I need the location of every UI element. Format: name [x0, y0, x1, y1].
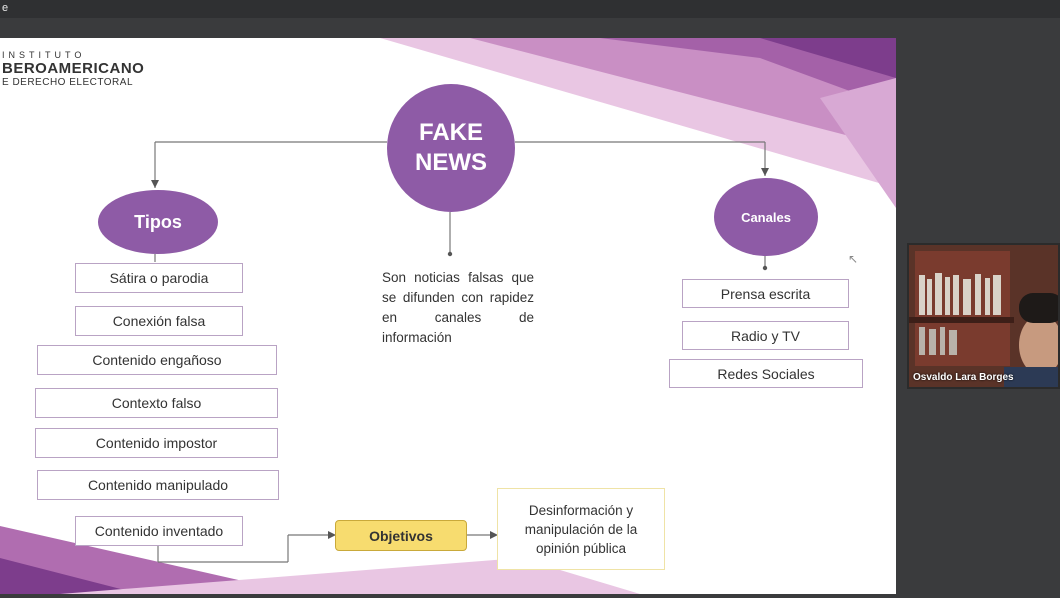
objetivos-result: Desinformación y manipulación de la opin… — [497, 488, 665, 570]
canales-circle: Canales — [714, 178, 818, 256]
video-feed — [909, 245, 1058, 387]
meeting-top-bar: e — [0, 0, 1060, 18]
canal-item: Redes Sociales — [669, 359, 863, 388]
participant-name: Osvaldo Lara Borges — [913, 372, 1014, 383]
topbar-text: e — [2, 2, 9, 14]
objetivos-box: Objetivos — [335, 520, 467, 551]
tipo-item: Contenido manipulado — [37, 470, 279, 500]
fake-news-circle: FAKE NEWS — [387, 84, 515, 212]
tipo-item: Sátira o parodia — [75, 263, 243, 293]
tipo-item: Contexto falso — [35, 388, 278, 418]
fake-news-description: Son noticias falsas que se difunden con … — [382, 270, 534, 345]
tipo-item: Contenido engañoso — [37, 345, 277, 375]
shared-slide: INSTITUTO BEROAMERICANO E DERECHO ELECTO… — [0, 38, 896, 594]
participant-video-tile[interactable]: Osvaldo Lara Borges — [907, 243, 1060, 389]
canal-item: Radio y TV — [682, 321, 849, 350]
mouse-cursor-icon: ↖ — [848, 252, 859, 266]
tipo-item: Contenido inventado — [75, 516, 243, 546]
tipo-item: Contenido impostor — [35, 428, 278, 458]
canal-item: Prensa escrita — [682, 279, 849, 308]
tipos-circle: Tipos — [98, 190, 218, 254]
tipo-item: Conexión falsa — [75, 306, 243, 336]
